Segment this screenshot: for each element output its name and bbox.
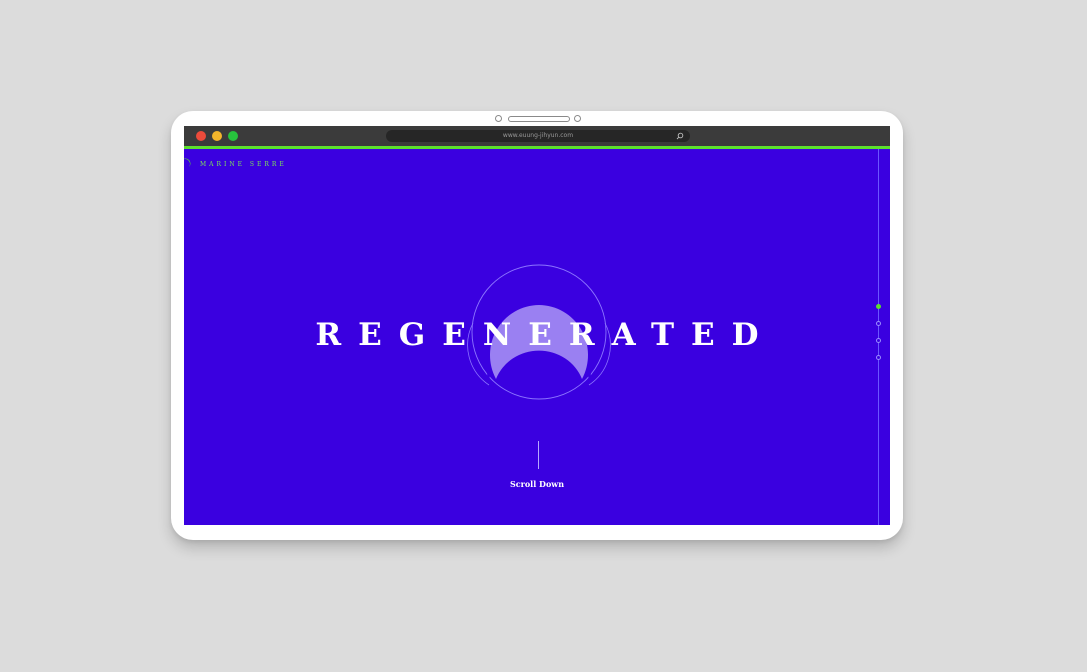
section-nav-dot-1[interactable]	[876, 304, 881, 309]
section-nav-dot-2[interactable]	[876, 321, 881, 326]
section-nav-dot-4[interactable]	[876, 355, 881, 360]
crescent-moon-icon[interactable]	[184, 158, 192, 170]
scroll-indicator-line	[538, 441, 539, 469]
browser-window: www.euung-jihyun.com MARINE SERRE REGENE	[184, 126, 890, 525]
section-nav-rail	[878, 149, 879, 525]
browser-toolbar: www.euung-jihyun.com	[184, 126, 890, 146]
search-icon[interactable]	[676, 132, 684, 140]
tablet-device-frame: www.euung-jihyun.com MARINE SERRE REGENE	[171, 111, 903, 540]
hero-title: REGENERATED	[315, 317, 776, 353]
section-nav-dot-3[interactable]	[876, 338, 881, 343]
page-viewport: MARINE SERRE REGENERATED Scroll Down	[184, 149, 890, 525]
sensor-dot	[574, 115, 581, 122]
brand-name[interactable]: MARINE SERRE	[200, 161, 287, 168]
maximize-window-button[interactable]	[228, 131, 238, 141]
address-bar[interactable]: www.euung-jihyun.com	[386, 130, 690, 142]
address-bar-url: www.euung-jihyun.com	[502, 132, 574, 139]
scroll-down-link[interactable]: Scroll Down	[184, 479, 890, 489]
speaker-slot	[508, 116, 570, 122]
camera-dot	[495, 115, 502, 122]
minimize-window-button[interactable]	[212, 131, 222, 141]
close-window-button[interactable]	[196, 131, 206, 141]
